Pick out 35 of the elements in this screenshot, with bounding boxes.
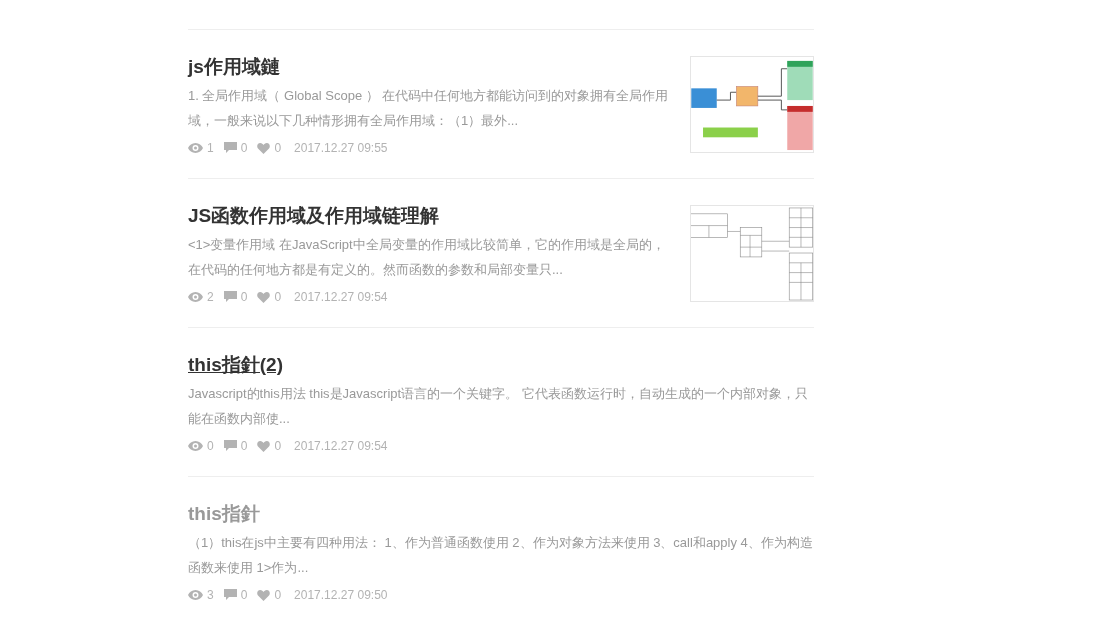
post-date: 2017.12.27 09:54 [294,438,388,454]
article-title[interactable]: JS函数作用域及作用域链理解 [188,202,674,230]
comment-count: 0 [240,289,248,305]
article-title[interactable]: this指針(2) [188,351,814,379]
post-date: 2017.12.27 09:54 [294,289,388,305]
comment-count: 0 [240,140,248,156]
like-count: 0 [274,438,282,454]
article-excerpt: （1）this在js中主要有四种用法： 1、作为普通函数使用 2、作为对象方法来使用 3、call和apply 4、作为构造函数来使用 1>作为... [188,534,814,577]
view-count: 3 [207,587,214,603]
eye-icon [188,590,203,600]
like-count: 0 [274,140,282,156]
diagram-thumbnail[interactable] [690,205,814,302]
comment-icon [223,291,237,303]
comment-icon [223,440,237,452]
comment-icon [223,589,237,601]
comment-count: 0 [240,587,248,603]
heart-icon [257,291,271,303]
post-date: 2017.12.27 09:50 [294,587,388,603]
heart-icon [257,142,271,154]
like-count: 0 [274,587,282,603]
eye-icon [188,441,203,451]
view-count: 2 [207,289,214,305]
like-count: 0 [274,289,282,305]
view-count: 1 [207,140,214,156]
heart-icon [257,589,271,601]
view-count: 0 [207,438,214,454]
heart-icon [257,440,271,452]
comment-icon [223,142,237,154]
article-title[interactable]: js作用域鏈 [188,53,674,81]
eye-icon [188,143,203,153]
post-date: 2017.12.27 09:55 [294,140,388,156]
comment-count: 0 [240,438,248,454]
eye-icon [188,292,203,302]
article-excerpt: <1>变量作用域 在JavaScript中全局变量的作用域比较简单，它的作用域是全局的，在代码的任何地方都是有定义的。然而函数的参数和局部变量只... [188,236,666,279]
diagram-thumbnail[interactable] [690,56,814,153]
